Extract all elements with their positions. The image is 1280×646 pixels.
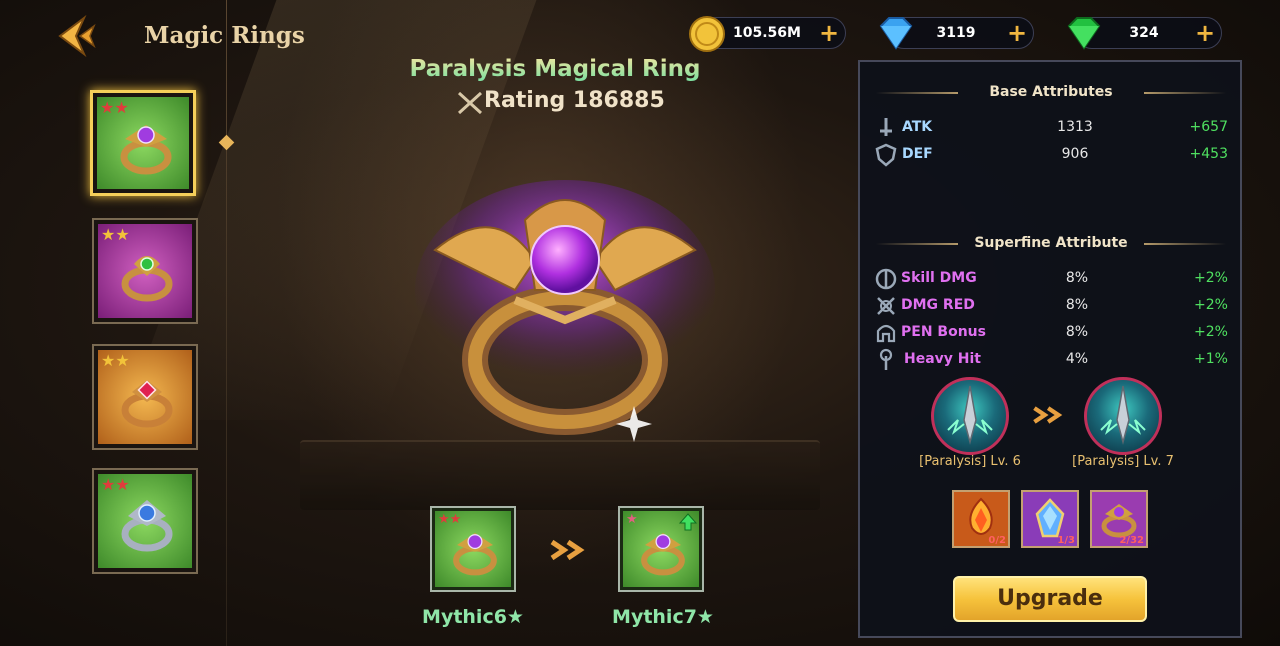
- skill-next-label: [Paralysis] Lv. 7: [1072, 454, 1174, 469]
- attr-skill-dmg-name: Skill DMG: [901, 270, 977, 286]
- shield-icon: [875, 143, 897, 167]
- add-gold-button[interactable]: +: [817, 21, 841, 46]
- ring-slot-2[interactable]: ★★: [92, 218, 198, 324]
- base-attributes-title: Base Attributes: [989, 84, 1113, 100]
- gold-currency: 105.56M +: [689, 16, 846, 52]
- skill-dmg-icon: [875, 268, 897, 290]
- attr-dmg-red-name: DMG RED: [901, 297, 975, 313]
- material-count: 2/32: [1119, 535, 1144, 546]
- emerald-value: 324: [1129, 25, 1159, 41]
- material-slot-1[interactable]: 0/2: [952, 490, 1010, 548]
- add-diamond-button[interactable]: +: [1005, 21, 1029, 46]
- attr-pen-bonus-value: 8%: [1065, 324, 1089, 340]
- ring-icon: [453, 533, 497, 576]
- evolution-current-label: Mythic6★: [422, 606, 524, 628]
- double-chevron-right-icon: [1033, 406, 1063, 424]
- crossed-swords-icon: [457, 91, 483, 115]
- attr-dmg-red-increase: +2%: [1194, 297, 1228, 313]
- dmg-red-icon: [877, 297, 895, 315]
- superfine-attributes-title: Superfine Attribute: [974, 235, 1128, 251]
- material-count: 1/3: [1057, 535, 1075, 546]
- page-title: Magic Rings: [144, 22, 305, 49]
- gold-coin-icon: [689, 16, 725, 52]
- ring-icon: [641, 533, 685, 576]
- ring-slot-3[interactable]: ★★: [92, 344, 198, 450]
- ring-icon: [121, 256, 173, 302]
- attr-atk-value: 1313: [1057, 119, 1093, 135]
- diamond-currency: 3119 +: [879, 17, 1034, 50]
- attr-dmg-red-value: 8%: [1065, 297, 1089, 313]
- evolution-next-slot: ★: [618, 506, 704, 592]
- material-slot-2[interactable]: 1/3: [1021, 490, 1079, 548]
- upgrade-button[interactable]: Upgrade: [953, 576, 1147, 622]
- divider-left: [876, 92, 958, 94]
- heavy-hit-icon: [879, 348, 893, 370]
- green-gem-icon: [1067, 17, 1101, 50]
- attr-heavy-hit-name: Heavy Hit: [904, 351, 981, 367]
- evolution-current-slot: ★★: [430, 506, 516, 592]
- divider-right: [1144, 243, 1226, 245]
- divider-left: [876, 243, 958, 245]
- material-count: 0/2: [988, 535, 1006, 546]
- sidebar-divider: [226, 0, 227, 646]
- skill-current-icon[interactable]: [931, 377, 1009, 455]
- attr-heavy-hit-value: 4%: [1065, 351, 1089, 367]
- ring-slot-1[interactable]: ★★: [90, 90, 196, 196]
- emerald-currency: 324 +: [1067, 17, 1222, 50]
- attr-skill-dmg-increase: +2%: [1194, 270, 1228, 286]
- paralysis-skill-icon: [1100, 385, 1146, 445]
- item-name: Paralysis Magical Ring: [380, 56, 730, 82]
- ring-slot-4[interactable]: ★★: [92, 468, 198, 574]
- gold-value: 105.56M: [733, 25, 801, 41]
- sword-icon: [880, 118, 892, 136]
- attr-atk-name: ATK: [902, 119, 933, 135]
- ring-icon: [121, 380, 173, 428]
- paralysis-skill-icon: [947, 385, 993, 445]
- double-chevron-right-icon: [550, 539, 585, 561]
- background-stage: [300, 440, 820, 510]
- attr-def-name: DEF: [902, 146, 933, 162]
- skill-next-icon[interactable]: [1084, 377, 1162, 455]
- attr-atk-increase: +657: [1189, 119, 1228, 135]
- ring-icon: [121, 500, 173, 552]
- back-arrow-icon: [58, 14, 96, 58]
- attr-heavy-hit-increase: +1%: [1194, 351, 1228, 367]
- divider-right: [1144, 92, 1226, 94]
- diamond-value: 3119: [936, 25, 976, 41]
- rating-value: Rating 186885: [484, 88, 665, 113]
- attr-skill-dmg-value: 8%: [1065, 270, 1089, 286]
- attr-pen-bonus-increase: +2%: [1194, 324, 1228, 340]
- add-emerald-button[interactable]: +: [1193, 21, 1217, 46]
- attr-def-increase: +453: [1189, 146, 1228, 162]
- evolution-next-label: Mythic7★: [612, 606, 714, 628]
- attr-pen-bonus-name: PEN Bonus: [901, 324, 986, 340]
- blue-diamond-icon: [879, 17, 913, 50]
- skill-current-label: [Paralysis] Lv. 6: [919, 454, 1021, 469]
- helmet-icon: [876, 324, 896, 343]
- back-button[interactable]: [50, 12, 100, 60]
- attr-def-value: 906: [1061, 146, 1089, 162]
- ring-icon: [120, 125, 172, 175]
- ring-showcase-image: [415, 180, 715, 442]
- material-slot-3[interactable]: 2/32: [1090, 490, 1148, 548]
